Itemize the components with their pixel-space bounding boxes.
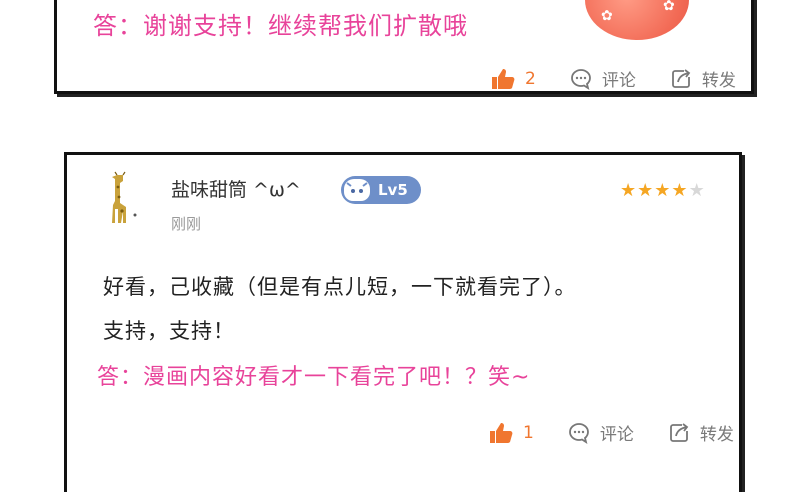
comment-text: 支持，支持！ [103,319,235,343]
share-label: 转发 [701,71,736,91]
author-reply: 答：谢谢支持！继续帮我们扩散哦 [93,12,468,40]
like-button[interactable]: 1 [489,422,534,444]
comment-label: 评论 [599,425,634,445]
action-bar: 2 评论 转发 [491,66,736,91]
timestamp: 刚刚 [171,215,202,233]
like-count: 2 [525,68,536,89]
comment-text: 好看，己收藏（但是有点儿短，一下就看完了）。 [103,275,577,299]
like-count: 1 [523,422,534,443]
comment-card: 盐味甜筒 ^ω^ Lv5 刚刚 ★ ★ ★ ★ ★ 好看，己收藏（但是有点儿短，… [64,152,742,492]
comment-label: 评论 [601,71,636,91]
thumbs-up-icon [491,68,515,90]
thumbs-up-icon [489,422,513,444]
share-button[interactable]: 转发 [668,420,734,445]
speech-bubble-icon [570,68,592,90]
sticker-icon: ✿ ✿ [585,0,689,40]
speech-bubble-icon [568,422,590,444]
star-icon: ★ [620,180,637,201]
star-rating: ★ ★ ★ ★ ★ [620,182,706,200]
avatar[interactable] [97,171,143,225]
star-empty-icon: ★ [688,180,705,201]
share-label: 转发 [699,425,734,445]
share-button[interactable]: 转发 [670,66,736,91]
level-text: Lv5 [378,181,408,199]
share-icon [668,422,690,444]
like-button[interactable]: 2 [491,68,536,90]
star-icon: ★ [671,180,688,201]
level-badge: Lv5 [341,176,421,204]
username[interactable]: 盐味甜筒 ^ω^ [171,175,301,202]
author-reply: 答：漫画内容好看才一下看完了吧！？笑~ [97,365,531,390]
share-icon [670,68,692,90]
comment-button[interactable]: 评论 [570,66,636,91]
action-bar: 1 评论 转发 [489,420,734,445]
cat-icon [344,179,370,201]
giraffe-icon [112,171,137,223]
star-icon: ★ [654,180,671,201]
comment-button[interactable]: 评论 [568,420,634,445]
comment-card: ✿ ✿ 答：谢谢支持！继续帮我们扩散哦 2 评论 转发 [54,0,754,94]
star-icon: ★ [637,180,654,201]
